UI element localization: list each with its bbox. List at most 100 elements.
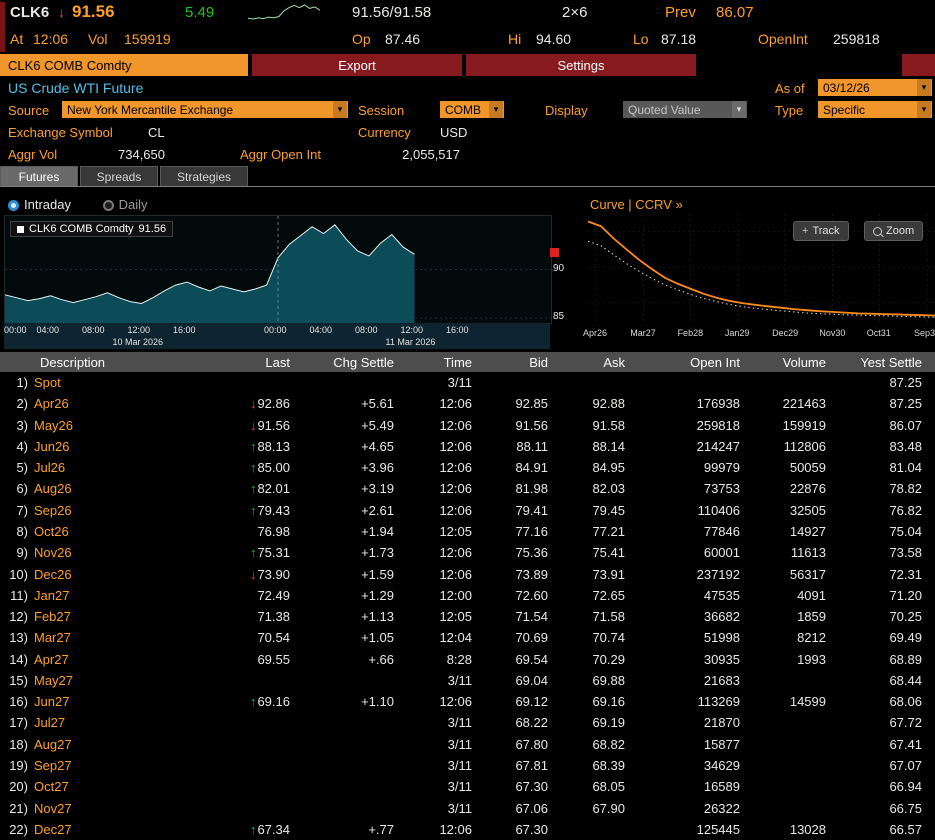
x-tick-label: 00:00: [4, 325, 27, 335]
table-row[interactable]: 15) May27 3/11 69.04 69.88 21683 68.44: [0, 670, 935, 691]
source-label: Source: [8, 103, 50, 118]
col-chg-settle[interactable]: Chg Settle: [296, 355, 400, 370]
table-row[interactable]: 16) Jun27 ↑69.16 +1.10 12:06 69.12 69.16 113269…: [0, 691, 935, 712]
table-row[interactable]: 5) Jul26 ↑85.00 +3.96 12:06 84.91 84.95 99979 50…: [0, 457, 935, 478]
cell-open-int: 110406: [697, 502, 740, 518]
security-field[interactable]: CLK6 COMB Comdty: [0, 54, 248, 76]
cell-volume: 13028: [789, 821, 826, 837]
cell-open-int: 47535: [703, 587, 740, 603]
source-select[interactable]: New York Mercantile Exchange ▾: [62, 101, 348, 118]
cell-time: 8:28: [446, 651, 472, 667]
cell-yest-settle: 68.89: [889, 651, 922, 667]
table-row[interactable]: 3) May26 ↓91.56 +5.49 12:06 91.56 91.58 259818 1…: [0, 415, 935, 436]
source-value: New York Mercantile Exchange: [67, 102, 234, 117]
cell-bid: 67.30: [515, 821, 548, 837]
cell-volume: 14927: [789, 524, 826, 540]
session-value: COMB: [445, 102, 481, 117]
table-row[interactable]: 10) Dec26 ↓73.90 +1.59 12:06 73.89 73.91 237192…: [0, 563, 935, 584]
zoom-button[interactable]: Zoom: [864, 221, 924, 241]
tab-strategies[interactable]: Strategies: [160, 166, 248, 186]
aggr-open-int-value: 2,055,517: [402, 147, 460, 162]
col-description[interactable]: Description: [0, 355, 200, 370]
vol-value: 159919: [124, 31, 171, 47]
table-row[interactable]: 11) Jan27 72.49 +1.29 12:00 72.60 72.65 47535 40…: [0, 585, 935, 606]
cell-bid: 88.11: [516, 438, 548, 454]
radio-daily[interactable]: Daily: [102, 197, 148, 212]
col-last[interactable]: Last: [200, 355, 296, 370]
cell-time: 3/11: [447, 715, 472, 731]
session-label: Session: [358, 103, 405, 118]
table-row[interactable]: 6) Aug26 ↑82.01 +3.19 12:06 81.98 82.03 73753 22…: [0, 478, 935, 499]
cell-time: 12:05: [439, 609, 472, 625]
radio-on-icon: [8, 200, 19, 211]
at-label: At: [10, 31, 24, 47]
curve-panel-title[interactable]: Curve | CCRV »: [590, 197, 683, 212]
low-label: Lo: [633, 31, 649, 47]
col-open-int[interactable]: Open Int: [631, 355, 746, 370]
cell-chg-settle: +1.29: [361, 587, 394, 603]
track-button-label: Track: [812, 225, 840, 237]
at-time: 12:06: [33, 31, 69, 47]
table-row[interactable]: 13) Mar27 70.54 +1.05 12:04 70.69 70.74 51998 82…: [0, 627, 935, 648]
cell-volume: 11613: [790, 545, 826, 561]
x-tick-label: 12:00: [127, 325, 151, 335]
x-tick-label: Mar27: [630, 328, 656, 338]
table-row[interactable]: 19) Sep27 3/11 67.81 68.39 34629 67.07: [0, 755, 935, 776]
table-row[interactable]: 2) Apr26 ↓92.86 +5.61 12:06 92.85 92.88 176938 2…: [0, 393, 935, 414]
session-select[interactable]: COMB ▾: [440, 101, 504, 118]
tab-futures[interactable]: Futures: [0, 166, 78, 186]
view-tabs: Futures Spreads Strategies: [0, 166, 935, 187]
toolbar-overflow-button[interactable]: [902, 54, 935, 76]
cell-yest-settle: 87.25: [889, 396, 922, 412]
export-button[interactable]: Export: [252, 54, 462, 76]
settings-button[interactable]: Settings: [466, 54, 696, 76]
cell-last: ↑67.34: [249, 821, 290, 837]
cell-time: 3/11: [447, 779, 472, 795]
aggr-vol-value: 734,650: [118, 147, 165, 162]
col-time[interactable]: Time: [400, 355, 478, 370]
up-arrow-icon: ↑: [249, 438, 257, 454]
table-row[interactable]: 22) Dec27 ↑67.34 +.77 12:06 67.30 125445 13028 6…: [0, 819, 935, 840]
table-row[interactable]: 20) Oct27 3/11 67.30 68.05 16589 66.94: [0, 776, 935, 797]
cell-open-int: 73753: [703, 481, 740, 497]
col-bid[interactable]: Bid: [478, 355, 554, 370]
cell-open-int: 15877: [703, 736, 740, 752]
quote-strip: CLK6 ↓ 91.56 5.49 91.56/91.58 2×6 Prev 8…: [0, 0, 935, 54]
radio-intraday[interactable]: Intraday: [8, 197, 71, 212]
x-tick-label: 12:00: [400, 325, 424, 335]
table-row[interactable]: 1) Spot 3/11 87.25: [0, 372, 935, 393]
table-row[interactable]: 8) Oct26 76.98 +1.94 12:05 77.16 77.21 77846 149…: [0, 521, 935, 542]
function-toolbar: CLK6 COMB Comdty Export Settings: [0, 54, 935, 76]
cell-bid: 72.60: [515, 587, 548, 603]
col-volume[interactable]: Volume: [746, 355, 832, 370]
legend-price: 91.56: [138, 223, 167, 235]
track-button[interactable]: + Track: [793, 221, 849, 241]
col-yest-settle[interactable]: Yest Settle: [832, 355, 928, 370]
cell-ask: 67.90: [592, 800, 625, 816]
cell-yest-settle: 68.06: [889, 694, 922, 710]
radio-off-icon: [102, 200, 114, 211]
cell-bid: 69.54: [515, 651, 548, 667]
table-row[interactable]: 21) Nov27 3/11 67.06 67.90 26322 66.75: [0, 797, 935, 818]
display-select[interactable]: Quoted Value ▾: [623, 101, 747, 118]
col-ask[interactable]: Ask: [554, 355, 631, 370]
table-row[interactable]: 4) Jun26 ↑88.13 +4.65 12:06 88.11 88.14 214247 1…: [0, 436, 935, 457]
asof-select[interactable]: 03/12/26 ▾: [818, 79, 932, 96]
tab-spreads[interactable]: Spreads: [80, 166, 158, 186]
table-row[interactable]: 7) Sep26 ↑79.43 +2.61 12:06 79.41 79.45 110406 3…: [0, 500, 935, 521]
cell-volume: 4091: [797, 587, 826, 603]
low-value: 87.18: [661, 31, 697, 47]
table-row[interactable]: 9) Nov26 ↑75.31 +1.73 12:06 75.36 75.41 60001 11…: [0, 542, 935, 563]
table-row[interactable]: 17) Jul27 3/11 68.22 69.19 21870 67.72: [0, 712, 935, 733]
cell-open-int: 34629: [703, 758, 740, 774]
futures-table-body: 1) Spot 3/11 87.25 2) Apr26 ↓92.86 +5.61 12:06 92…: [0, 372, 935, 840]
table-row[interactable]: 12) Feb27 71.38 +1.13 12:05 71.54 71.58 36682 18…: [0, 606, 935, 627]
table-row[interactable]: 14) Apr27 69.55 +.66 8:28 69.54 70.29 30935 1993…: [0, 649, 935, 670]
table-row[interactable]: 18) Aug27 3/11 67.80 68.82 15877 67.41: [0, 734, 935, 755]
cell-description: 19) Sep27: [9, 758, 72, 774]
type-select[interactable]: Specific ▾: [818, 101, 932, 118]
display-value: Quoted Value: [628, 102, 701, 117]
cell-yest-settle: 67.72: [889, 715, 922, 731]
settings-button-label: Settings: [557, 57, 605, 73]
x-tick-label: 16:00: [173, 325, 196, 335]
